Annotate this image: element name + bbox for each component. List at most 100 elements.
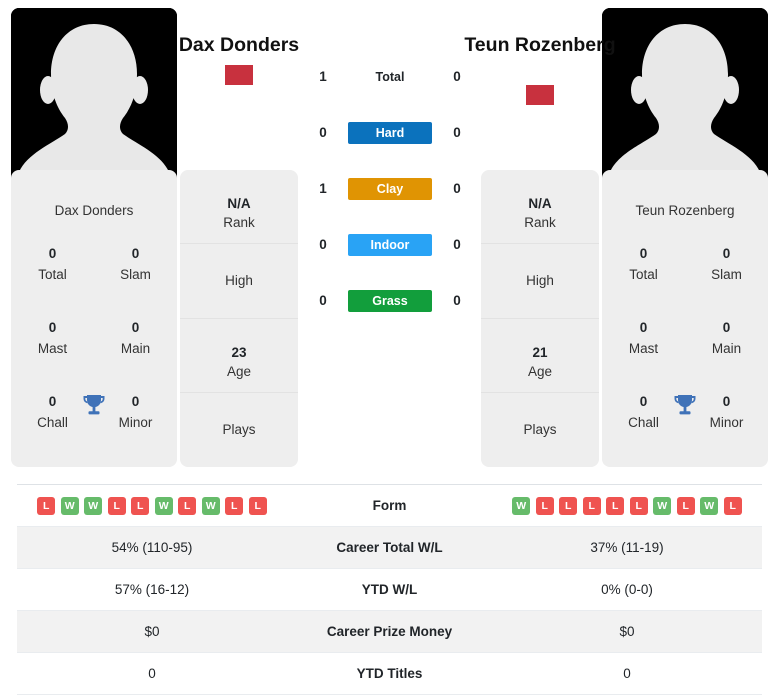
form-badge-win[interactable]: W	[84, 496, 103, 515]
surface-badge-total: Total	[375, 70, 405, 84]
form-badge-loss[interactable]: L	[629, 496, 648, 515]
titles-cell-total-right: 0 Total	[602, 236, 685, 310]
table-row: 0 YTD Titles 0	[17, 653, 762, 695]
titles-card-left: Dax Donders 0 Total 0 Slam 0 Mast 0 Main	[11, 170, 177, 467]
form-badge-loss[interactable]: L	[676, 496, 695, 515]
titles-label: Slam	[120, 267, 151, 282]
stat-value-left: 0	[148, 666, 156, 681]
titles-card-name-right: Teun Rozenberg	[635, 203, 735, 218]
titles-label: Mast	[628, 341, 659, 356]
surface-badge-hard[interactable]: Hard	[348, 122, 432, 144]
info-high-right: High	[481, 244, 599, 319]
h2h-score-left: 1	[319, 181, 327, 196]
form-badges-left: LWWLLWLWLL	[17, 496, 287, 515]
stat-value-left: LWWLLWLWLL	[17, 496, 287, 515]
stat-value-right: 0	[623, 666, 631, 681]
netherlands-flag-icon-right	[526, 85, 554, 105]
titles-cell-slam-right: 0 Slam	[685, 236, 768, 310]
titles-label: Slam	[711, 267, 742, 282]
titles-label: Main	[120, 341, 151, 356]
comparison-header: Dax Donders Teun Rozenberg Dax Donders 0…	[0, 0, 779, 470]
table-row: L W W L L W L W L L Form W L L L L L W L W L	[17, 485, 762, 527]
comparison-stats-table: L W W L L W L W L L Form W L L L L L W L W L 54% (110-95) Care…	[17, 484, 762, 695]
info-rank-right: N/A Rank	[481, 170, 599, 245]
titles-value: 0	[48, 246, 57, 261]
form-badge-loss[interactable]: L	[559, 496, 578, 515]
info-label: Plays	[222, 421, 256, 437]
head-to-head-surfaces: 1 Total 0 0 Hard 0 1 Clay 0 0 Indoor 0 0 Grass 0	[300, 0, 480, 470]
info-label: Rank	[223, 215, 255, 230]
form-badge-loss[interactable]: L	[107, 496, 126, 515]
form-badge-win[interactable]: W	[60, 496, 79, 515]
form-badge-loss[interactable]: L	[37, 496, 56, 515]
h2h-score-left: 1	[319, 69, 327, 84]
info-value: N/A	[528, 196, 552, 211]
surface-badge-indoor[interactable]: Indoor	[348, 234, 432, 256]
stat-label: YTD W/L	[361, 582, 418, 597]
titles-value: 0	[722, 320, 731, 335]
h2h-score-left: 0	[319, 293, 327, 308]
info-plays-right: Plays	[481, 393, 599, 467]
h2h-row-grass: 0 Grass 0	[300, 290, 480, 312]
h2h-row-indoor: 0 Indoor 0	[300, 234, 480, 256]
h2h-row-clay: 1 Clay 0	[300, 178, 480, 200]
info-plays-left: Plays	[180, 393, 298, 467]
table-row: 57% (16-12) YTD W/L 0% (0-0)	[17, 569, 762, 611]
h2h-row-hard: 0 Hard 0	[300, 122, 480, 144]
form-badge-loss[interactable]: L	[723, 496, 742, 515]
form-badge-loss[interactable]: L	[178, 496, 197, 515]
form-badge-loss[interactable]: L	[225, 496, 244, 515]
info-age-left: 23 Age	[180, 319, 298, 393]
titles-card-right: Teun Rozenberg 0 Total 0 Slam 0 Mast 0 M…	[602, 170, 768, 467]
h2h-score-right: 0	[453, 125, 461, 140]
titles-value: 0	[639, 246, 648, 261]
info-label: High	[225, 273, 253, 289]
titles-value: 0	[131, 246, 140, 261]
h2h-score-left: 0	[319, 125, 327, 140]
stat-value-right: 0% (0-0)	[601, 582, 653, 597]
titles-grid-left: 0 Total 0 Slam 0 Mast 0 Main 0 Chall 0 M…	[11, 236, 177, 467]
info-high-left: High	[180, 244, 298, 319]
player-name-right: Teun Rozenberg	[464, 34, 616, 56]
info-value: 21	[532, 344, 548, 360]
trophy-icon	[672, 392, 698, 418]
form-badge-win[interactable]: W	[700, 496, 719, 515]
form-badge-win[interactable]: W	[512, 496, 531, 515]
form-badge-loss[interactable]: L	[582, 496, 601, 515]
form-badge-loss[interactable]: L	[131, 496, 150, 515]
info-label: High	[526, 273, 554, 289]
form-badge-win[interactable]: W	[201, 496, 220, 515]
stat-label: Career Prize Money	[326, 624, 453, 639]
info-label: Age	[226, 363, 252, 379]
form-badges-right: WLLLLLWLWL	[492, 496, 762, 515]
info-age-right: 21 Age	[481, 319, 599, 393]
titles-value: 0	[639, 320, 648, 335]
form-badge-loss[interactable]: L	[606, 496, 625, 515]
titles-value: 0	[722, 246, 731, 261]
titles-label: Total	[629, 267, 658, 282]
form-badge-win[interactable]: W	[653, 496, 672, 515]
surface-badge-clay[interactable]: Clay	[348, 178, 432, 200]
info-label: Plays	[523, 421, 557, 437]
h2h-score-right: 0	[453, 69, 461, 84]
stat-value-right: 37% (11-19)	[590, 540, 664, 555]
stat-value-left: 57% (16-12)	[114, 582, 190, 597]
info-label: Rank	[524, 215, 556, 230]
table-row: 54% (110-95) Career Total W/L 37% (11-19)	[17, 527, 762, 569]
stat-value-right: WLLLLLWLWL	[492, 496, 762, 515]
surface-badge-grass[interactable]: Grass	[348, 290, 432, 312]
titles-value: 0	[48, 320, 57, 335]
titles-grid-right: 0 Total 0 Slam 0 Mast 0 Main 0 Chall 0 M…	[602, 236, 768, 467]
form-badge-loss[interactable]: L	[535, 496, 554, 515]
titles-cell-slam-left: 0 Slam	[94, 236, 177, 310]
player-comparison-page: Dax Donders Teun Rozenberg Dax Donders 0…	[0, 0, 779, 699]
stat-label: Career Total W/L	[336, 540, 443, 555]
form-badge-win[interactable]: W	[154, 496, 173, 515]
stat-value-left: $0	[144, 624, 160, 639]
table-row: $0 Career Prize Money $0	[17, 611, 762, 653]
h2h-row-total: 1 Total 0	[300, 66, 480, 88]
stat-value-right: $0	[619, 624, 635, 639]
form-badge-loss[interactable]: L	[248, 496, 267, 515]
stat-label: Form	[372, 498, 407, 513]
info-value: 23	[231, 344, 247, 360]
